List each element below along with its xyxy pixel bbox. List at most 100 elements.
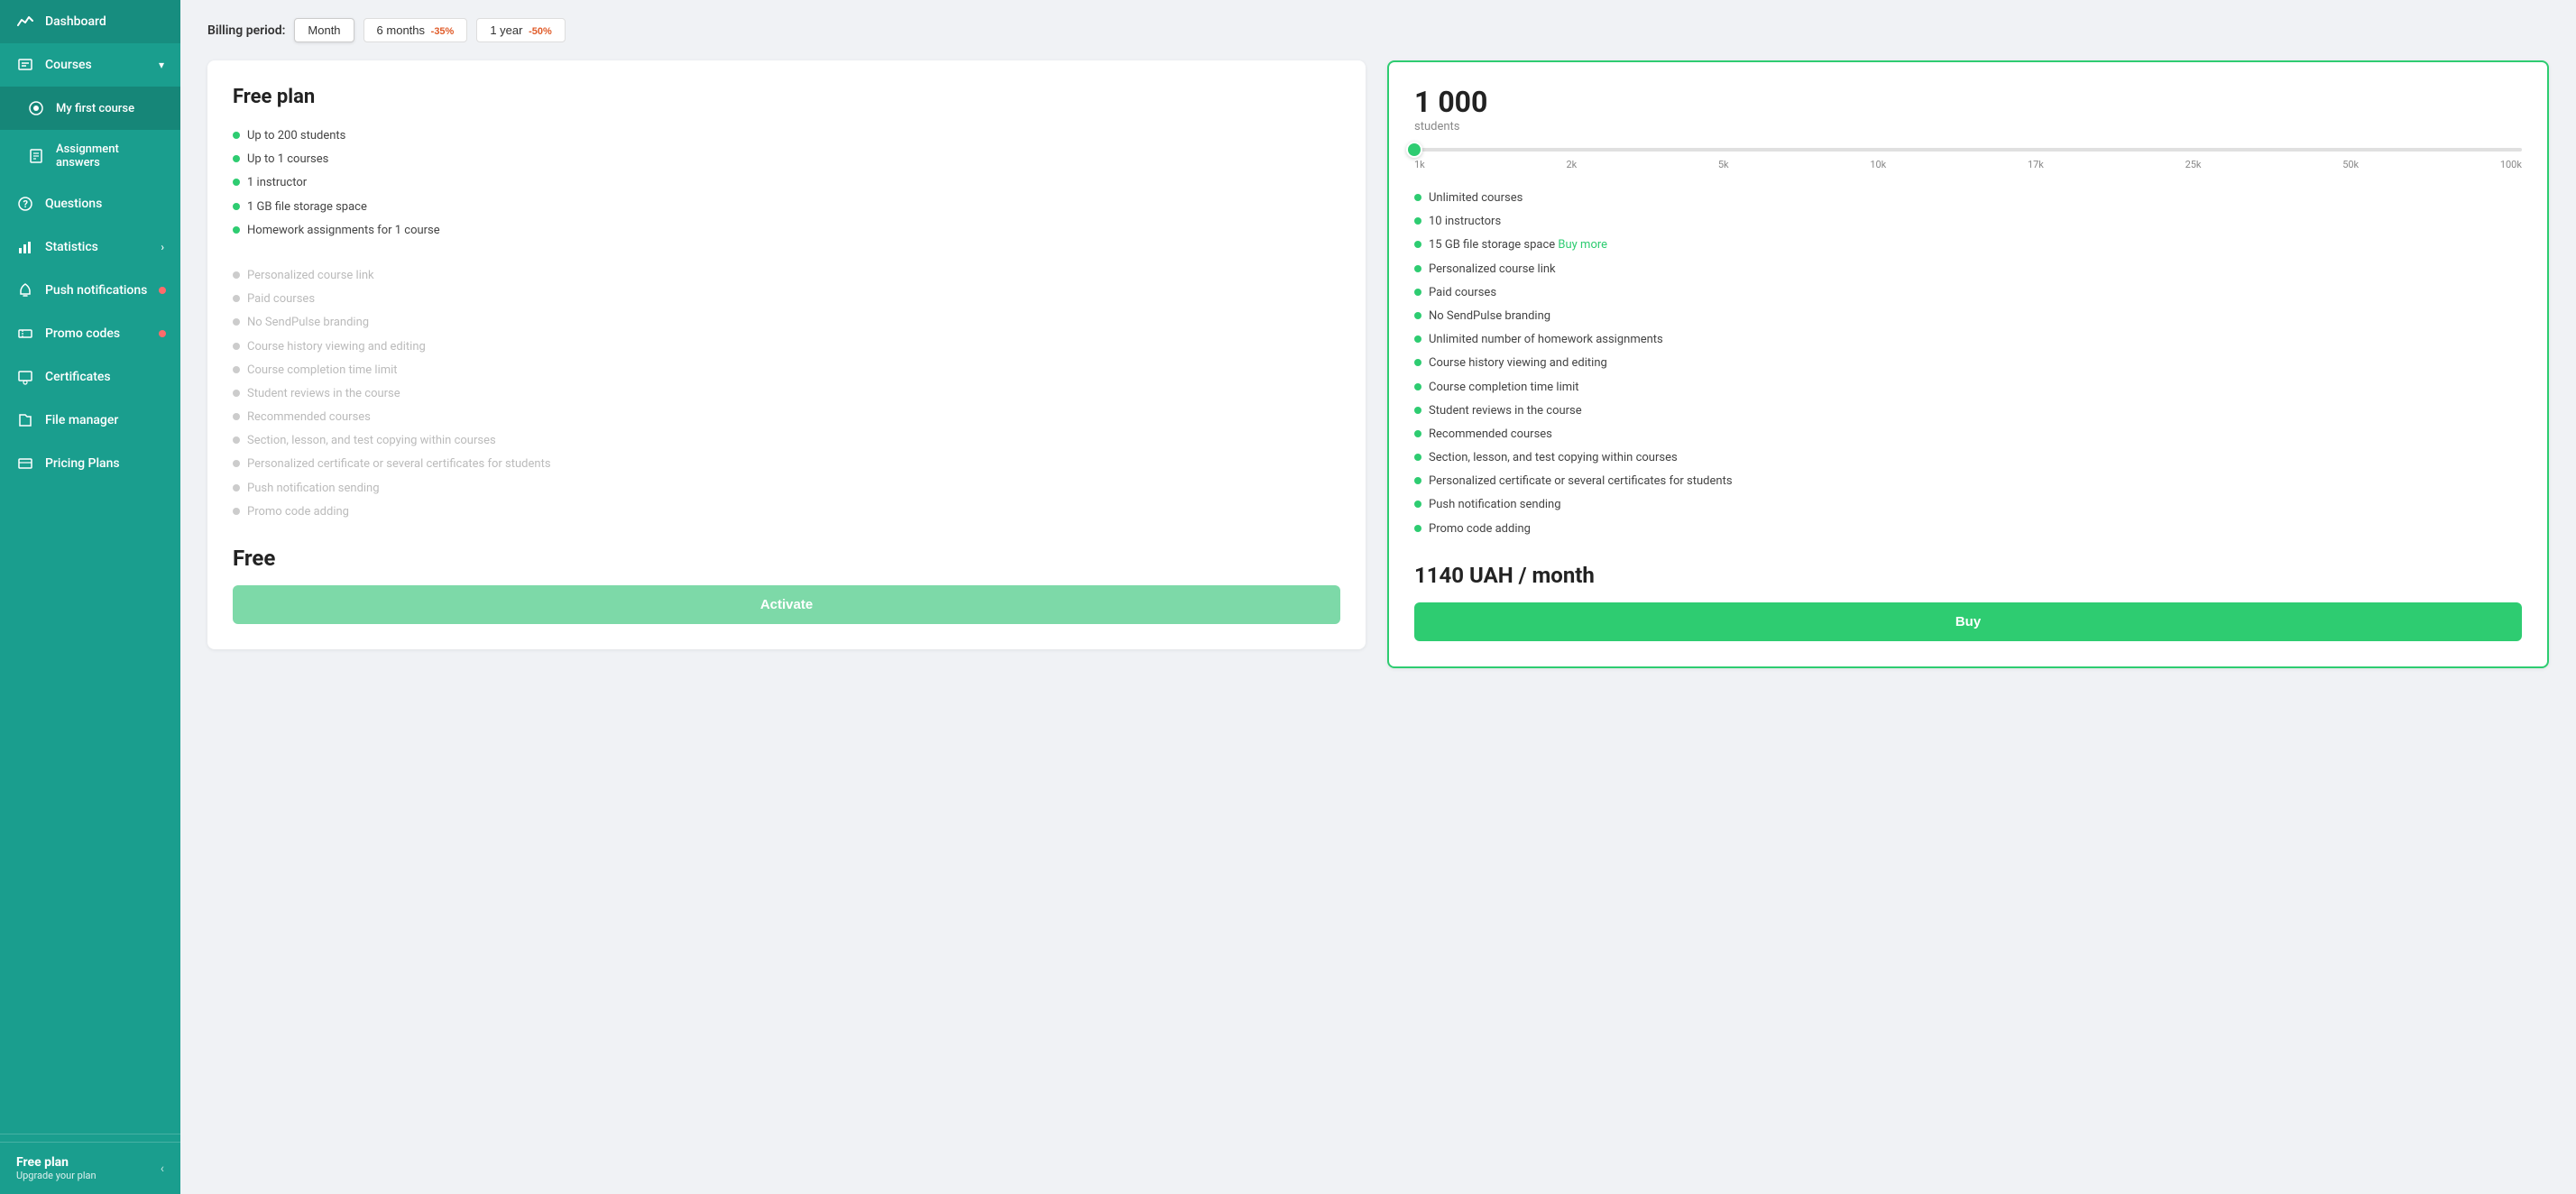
activate-button[interactable]: Activate bbox=[233, 585, 1340, 624]
sidebar-item-file-manager[interactable]: File manager bbox=[0, 399, 180, 442]
pricing-icon bbox=[16, 455, 34, 473]
sidebar-item-label: Courses bbox=[45, 58, 92, 72]
active-dot bbox=[1414, 194, 1421, 201]
feature-item: Recommended courses bbox=[233, 406, 1340, 429]
sidebar-item-certificates[interactable]: Certificates bbox=[0, 355, 180, 399]
feature-text: Up to 200 students bbox=[247, 128, 345, 144]
slider-label: 5k bbox=[1718, 159, 1729, 170]
active-dot bbox=[1414, 454, 1421, 461]
courses-icon bbox=[16, 56, 34, 74]
sidebar-item-dashboard[interactable]: Dashboard bbox=[0, 0, 180, 43]
sidebar-item-courses[interactable]: Courses ▾ bbox=[0, 43, 180, 87]
free-plan-features-inactive: Personalized course linkPaid coursesNo S… bbox=[233, 264, 1340, 524]
billing-6months-button[interactable]: 6 months -35% bbox=[363, 18, 468, 42]
free-plan-card: Free plan Up to 200 studentsUp to 1 cour… bbox=[207, 60, 1366, 649]
paid-plan-features: Unlimited courses10 instructors15 GB fil… bbox=[1414, 187, 2522, 541]
feature-text: Personalized course link bbox=[247, 268, 374, 284]
feature-item: Promo code adding bbox=[1414, 518, 2522, 541]
sidebar-item-my-first-course[interactable]: My first course bbox=[0, 87, 180, 130]
buy-button[interactable]: Buy bbox=[1414, 602, 2522, 641]
sidebar-item-label: My first course bbox=[56, 102, 134, 115]
questions-icon: ? bbox=[16, 195, 34, 213]
active-dot bbox=[1414, 241, 1421, 248]
active-dot bbox=[1414, 289, 1421, 296]
inactive-dot bbox=[233, 508, 240, 515]
chart-icon bbox=[16, 13, 34, 31]
feature-item: Section, lesson, and test copying within… bbox=[233, 429, 1340, 453]
billing-1year-label: 1 year bbox=[490, 23, 522, 37]
students-label: students bbox=[1414, 120, 2522, 133]
slider-label: 25k bbox=[2185, 159, 2202, 170]
feature-item: Course completion time limit bbox=[1414, 376, 2522, 400]
students-slider[interactable]: 1k2k5k10k17k25k50k100k bbox=[1414, 148, 2522, 170]
sidebar-item-promo-codes[interactable]: Promo codes bbox=[0, 312, 180, 355]
feature-text: Personalized course link bbox=[1429, 262, 1556, 278]
slider-label: 50k bbox=[2342, 159, 2359, 170]
feature-text: Course completion time limit bbox=[247, 363, 398, 379]
feature-text: Course history viewing and editing bbox=[247, 339, 426, 355]
statistics-icon bbox=[16, 238, 34, 256]
billing-month-button[interactable]: Month bbox=[294, 18, 354, 42]
free-plan-features: Up to 200 students Up to 1 courses 1 instr… bbox=[233, 124, 1340, 243]
feature-text: 1 instructor bbox=[247, 175, 307, 191]
feature-item: Student reviews in the course bbox=[1414, 400, 2522, 423]
feature-text: Section, lesson, and test copying within… bbox=[1429, 450, 1678, 466]
promo-badge bbox=[159, 330, 166, 337]
feature-text: Paid courses bbox=[1429, 285, 1496, 301]
sidebar-item-push-notifications[interactable]: Push notifications bbox=[0, 269, 180, 312]
feature-item: Unlimited number of homework assignments bbox=[1414, 328, 2522, 352]
billing-1year-button[interactable]: 1 year -50% bbox=[476, 18, 565, 42]
slider-label: 1k bbox=[1414, 159, 1425, 170]
active-dot bbox=[1414, 501, 1421, 508]
sidebar-item-statistics[interactable]: Statistics › bbox=[0, 225, 180, 269]
feature-text: Course history viewing and editing bbox=[1429, 355, 1607, 372]
buy-more-link[interactable]: Buy more bbox=[1558, 238, 1607, 252]
billing-period-bar: Billing period: Month 6 months -35% 1 ye… bbox=[207, 18, 2549, 42]
inactive-dot bbox=[233, 390, 240, 397]
inactive-dot bbox=[233, 436, 240, 444]
feature-item: Personalized course link bbox=[233, 264, 1340, 288]
sidebar-item-label: Assignment answers bbox=[56, 142, 164, 170]
feature-item: Personalized course link bbox=[1414, 258, 2522, 281]
active-dot bbox=[233, 226, 240, 234]
feature-text: Promo code adding bbox=[247, 504, 349, 520]
sidebar-collapse-button[interactable]: ‹ bbox=[161, 1162, 164, 1176]
sidebar-item-label: Pricing Plans bbox=[45, 456, 120, 471]
feature-text: Student reviews in the course bbox=[247, 386, 400, 402]
active-dot bbox=[1414, 335, 1421, 343]
students-count: 1 000 bbox=[1414, 87, 2522, 116]
inactive-dot bbox=[233, 318, 240, 326]
feature-text: Course completion time limit bbox=[1429, 380, 1579, 396]
active-dot bbox=[1414, 265, 1421, 272]
feature-item: Student reviews in the course bbox=[233, 382, 1340, 406]
inactive-dot bbox=[233, 366, 240, 373]
promo-icon bbox=[16, 325, 34, 343]
main-content: Billing period: Month 6 months -35% 1 ye… bbox=[180, 0, 2576, 1194]
sidebar-item-assignment-answers[interactable]: Assignment answers bbox=[0, 130, 180, 182]
active-dot bbox=[1414, 477, 1421, 484]
feature-text: Section, lesson, and test copying within… bbox=[247, 433, 496, 449]
billing-6months-label: 6 months bbox=[377, 23, 425, 37]
feature-text: Up to 1 courses bbox=[247, 152, 328, 168]
sidebar-item-label: Questions bbox=[45, 197, 102, 211]
feature-item: 15 GB file storage space Buy more bbox=[1414, 234, 2522, 257]
inactive-dot bbox=[233, 460, 240, 467]
upgrade-plan-link[interactable]: Upgrade your plan bbox=[16, 1170, 97, 1181]
feature-item: Promo code adding bbox=[233, 501, 1340, 524]
slider-label: 17k bbox=[2028, 159, 2044, 170]
slider-label: 2k bbox=[1566, 159, 1577, 170]
free-plan-price: Free bbox=[233, 546, 1340, 571]
feature-item: Homework assignments for 1 course bbox=[233, 219, 1340, 243]
feature-text: 15 GB file storage space Buy more bbox=[1429, 237, 1607, 253]
sidebar-item-questions[interactable]: ? Questions bbox=[0, 182, 180, 225]
feature-text: Paid courses bbox=[247, 291, 315, 308]
slider-label: 100k bbox=[2500, 159, 2522, 170]
active-dot bbox=[1414, 217, 1421, 225]
slider-labels: 1k2k5k10k17k25k50k100k bbox=[1414, 159, 2522, 170]
inactive-dot bbox=[233, 343, 240, 350]
feature-item: Course completion time limit bbox=[233, 359, 1340, 382]
feature-text: No SendPulse branding bbox=[1429, 308, 1550, 325]
sidebar-item-pricing-plans[interactable]: Pricing Plans bbox=[0, 442, 180, 485]
feature-item: Unlimited courses bbox=[1414, 187, 2522, 210]
active-dot bbox=[233, 203, 240, 210]
